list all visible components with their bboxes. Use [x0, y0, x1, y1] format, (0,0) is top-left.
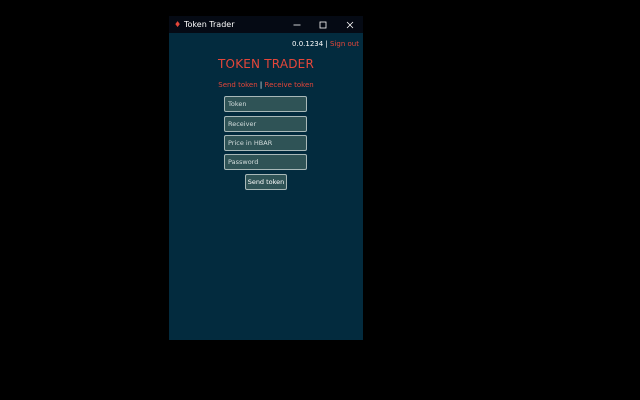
nav-separator: | — [259, 81, 263, 89]
token-input[interactable] — [224, 96, 307, 112]
maximize-button[interactable] — [310, 16, 336, 33]
account-id: 0.0.1234 — [292, 40, 324, 48]
minimize-button[interactable] — [284, 16, 310, 33]
account-separator: | — [325, 40, 328, 48]
send-token-button[interactable]: Send token — [245, 174, 287, 190]
maximize-icon — [319, 21, 327, 28]
receiver-input[interactable] — [224, 116, 307, 132]
app-window: ♦ Token Trader 0.0.1234 | Sign out TOKEN… — [169, 16, 363, 340]
token-nav: Send token | Receive token — [169, 80, 363, 90]
close-icon — [346, 21, 354, 28]
minimize-icon — [293, 24, 301, 25]
app-logo-icon: ♦ — [174, 20, 182, 29]
sign-out-link[interactable]: Sign out — [330, 40, 359, 48]
price-input[interactable] — [224, 135, 307, 151]
title-bar[interactable]: ♦ Token Trader — [169, 16, 363, 33]
window-title: Token Trader — [184, 20, 235, 29]
page-title: TOKEN TRADER — [218, 57, 314, 71]
send-token-link[interactable]: Send token — [218, 81, 257, 89]
account-bar: 0.0.1234 | Sign out — [292, 39, 359, 49]
close-button[interactable] — [337, 16, 363, 33]
password-input[interactable] — [224, 154, 307, 170]
receive-token-link[interactable]: Receive token — [265, 81, 314, 89]
